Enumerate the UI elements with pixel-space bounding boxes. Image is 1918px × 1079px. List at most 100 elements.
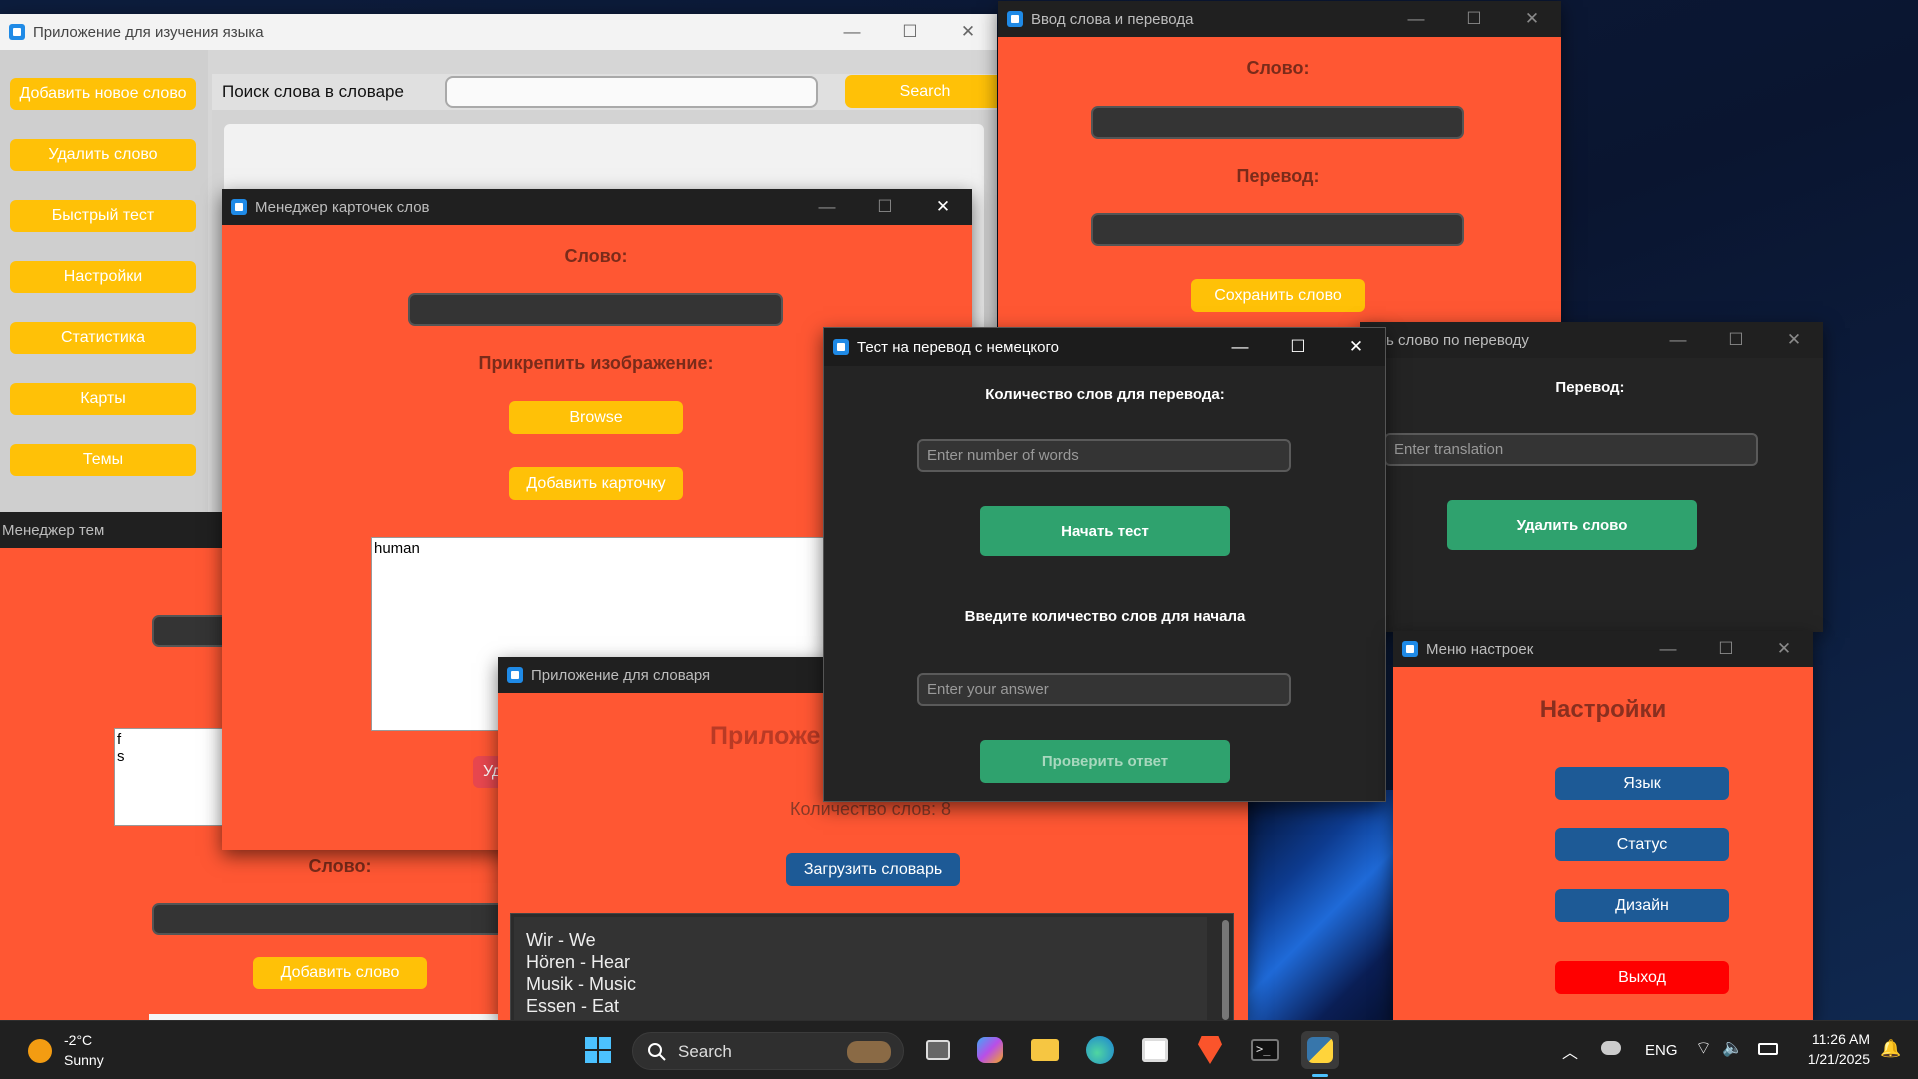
minimize-icon[interactable]: — bbox=[1649, 322, 1707, 358]
sidebar-add-word-button[interactable]: Добавить новое слово bbox=[10, 78, 196, 110]
settings-heading: Настройки bbox=[1539, 696, 1667, 723]
window-title: Тест на перевод с немецкого bbox=[857, 338, 1059, 356]
card-word-input[interactable] bbox=[408, 293, 783, 326]
sidebar-quick-test-button[interactable]: Быстрый тест bbox=[10, 200, 196, 232]
maximize-icon[interactable]: ☐ bbox=[1707, 322, 1765, 358]
sidebar-settings-button[interactable]: Настройки bbox=[10, 261, 196, 293]
translation-input[interactable]: Enter translation bbox=[1384, 433, 1758, 466]
close-icon[interactable]: ✕ bbox=[1503, 1, 1561, 37]
scrollbar[interactable] bbox=[1222, 920, 1229, 1020]
word-input[interactable] bbox=[1091, 106, 1464, 139]
weather-widget[interactable]: -2°C Sunny bbox=[22, 1029, 142, 1073]
textbox-line: f bbox=[117, 731, 122, 748]
main-app-titlebar: Приложение для изучения языка — ☐ ✕ bbox=[0, 14, 997, 50]
maximize-icon[interactable]: ☐ bbox=[881, 14, 939, 50]
window-title: Менеджер карточек слов bbox=[255, 198, 430, 216]
add-card-button[interactable]: Добавить карточку bbox=[509, 467, 683, 500]
window-title: Меню настроек bbox=[1426, 640, 1534, 658]
maximize-icon[interactable]: ☐ bbox=[1697, 631, 1755, 667]
language-button[interactable]: Язык bbox=[1555, 767, 1729, 800]
volume-icon[interactable]: 🔈 bbox=[1722, 1038, 1743, 1058]
battery-icon[interactable] bbox=[1758, 1043, 1778, 1055]
minimize-icon[interactable]: — bbox=[798, 189, 856, 225]
translation-label: Перевод: bbox=[1555, 379, 1625, 396]
word-input[interactable] bbox=[152, 903, 520, 935]
word-entry-titlebar: Ввод слова и перевода — ☐ ✕ bbox=[998, 1, 1561, 37]
translation-test-window: Тест на перевод с немецкого — ☐ ✕ Количе… bbox=[823, 327, 1386, 802]
wallpaper-swirl bbox=[1245, 790, 1395, 1020]
browse-button[interactable]: Browse bbox=[509, 401, 683, 434]
settings-menu-titlebar: Меню настроек — ☐ ✕ bbox=[1393, 631, 1813, 667]
close-icon[interactable]: ✕ bbox=[1765, 322, 1823, 358]
word-label: Слово: bbox=[564, 246, 628, 266]
word-label: Слово: bbox=[308, 856, 372, 876]
weather-desc: Sunny bbox=[64, 1052, 104, 1068]
chevron-up-icon[interactable]: ︿ bbox=[1562, 1039, 1578, 1063]
search-label: Поиск слова в словаре bbox=[222, 82, 404, 101]
add-word-button[interactable]: Добавить слово bbox=[253, 957, 427, 989]
list-item: Wir - We bbox=[526, 930, 596, 950]
maximize-icon[interactable]: ☐ bbox=[1445, 1, 1503, 37]
window-title: Приложение для изучения языка bbox=[33, 23, 264, 41]
word-count-input[interactable]: Enter number of words bbox=[917, 439, 1291, 472]
list-item: Musik - Music bbox=[526, 974, 637, 994]
search-button[interactable]: Search bbox=[845, 75, 997, 108]
task-view-icon[interactable] bbox=[919, 1031, 957, 1069]
list-item: Essen - Eat bbox=[526, 996, 620, 1016]
word-count-text: Количество слов: 8 bbox=[790, 799, 951, 819]
minimize-icon[interactable]: — bbox=[1211, 329, 1269, 365]
minimize-icon[interactable]: — bbox=[1387, 1, 1445, 37]
close-icon[interactable]: ✕ bbox=[939, 14, 997, 50]
active-app-indicator bbox=[1312, 1074, 1328, 1077]
app-icon bbox=[231, 199, 247, 215]
clock-date[interactable]: 1/21/2025 bbox=[1800, 1051, 1870, 1067]
sidebar-cards-button[interactable]: Карты bbox=[10, 383, 196, 415]
onedrive-icon[interactable] bbox=[1601, 1041, 1621, 1055]
search-bar: Поиск слова в словаре Search bbox=[212, 74, 997, 110]
status-button[interactable]: Статус bbox=[1555, 828, 1729, 861]
python-icon[interactable] bbox=[1301, 1031, 1339, 1069]
close-icon[interactable]: ✕ bbox=[1327, 329, 1385, 365]
maximize-icon[interactable]: ☐ bbox=[1269, 329, 1327, 365]
sidebar-themes-button[interactable]: Темы bbox=[10, 444, 196, 476]
load-dictionary-button[interactable]: Загрузить словарь bbox=[786, 853, 960, 886]
answer-input[interactable]: Enter your answer bbox=[917, 673, 1291, 706]
sidebar-statistics-button[interactable]: Статистика bbox=[10, 322, 196, 354]
minimize-icon[interactable]: — bbox=[823, 14, 881, 50]
notification-bell-icon[interactable]: 🔔 bbox=[1880, 1039, 1901, 1059]
search-highlight-icon bbox=[847, 1041, 891, 1063]
search-text: Search bbox=[678, 1042, 732, 1061]
clock-time[interactable]: 11:26 AM bbox=[1800, 1031, 1870, 1047]
list-item: Hören - Hear bbox=[526, 952, 631, 972]
delete-word-button[interactable]: Удалить слово bbox=[1447, 500, 1697, 550]
start-button[interactable] bbox=[579, 1031, 617, 1069]
themes-textbox[interactable]: f s bbox=[114, 728, 234, 826]
terminal-icon[interactable]: >_ bbox=[1246, 1031, 1284, 1069]
app-icon bbox=[833, 339, 849, 355]
file-explorer-icon[interactable] bbox=[1026, 1031, 1064, 1069]
store-icon[interactable] bbox=[1136, 1031, 1174, 1069]
save-word-button[interactable]: Сохранить слово bbox=[1191, 279, 1365, 312]
delete-by-translation-titlebar: лить слово по переводу — ☐ ✕ bbox=[1360, 322, 1823, 358]
language-indicator[interactable]: ENG bbox=[1645, 1042, 1678, 1059]
sun-icon bbox=[28, 1039, 52, 1063]
start-test-button[interactable]: Начать тест bbox=[980, 506, 1230, 556]
minimize-icon[interactable]: — bbox=[1639, 631, 1697, 667]
dictionary-list-inner[interactable]: Wir - We Hören - Hear Musik - Music Esse… bbox=[514, 917, 1207, 1020]
close-icon[interactable]: ✕ bbox=[1755, 631, 1813, 667]
check-answer-button[interactable]: Проверить ответ bbox=[980, 740, 1230, 783]
translation-label: Перевод: bbox=[1236, 166, 1320, 186]
copilot-icon[interactable] bbox=[971, 1031, 1009, 1069]
brave-icon[interactable] bbox=[1191, 1031, 1229, 1069]
maximize-icon[interactable]: ☐ bbox=[856, 189, 914, 225]
edge-icon[interactable] bbox=[1081, 1031, 1119, 1069]
taskbar-search[interactable]: Search bbox=[632, 1032, 904, 1070]
wifi-icon[interactable]: ⌔ bbox=[1695, 1037, 1712, 1060]
design-button[interactable]: Дизайн bbox=[1555, 889, 1729, 922]
sidebar-delete-word-button[interactable]: Удалить слово bbox=[10, 139, 196, 171]
exit-button[interactable]: Выход bbox=[1555, 961, 1729, 994]
close-icon[interactable]: ✕ bbox=[914, 189, 972, 225]
search-input[interactable] bbox=[445, 76, 818, 108]
translation-input[interactable] bbox=[1091, 213, 1464, 246]
prompt-label: Введите количество слов для начала bbox=[964, 608, 1246, 625]
